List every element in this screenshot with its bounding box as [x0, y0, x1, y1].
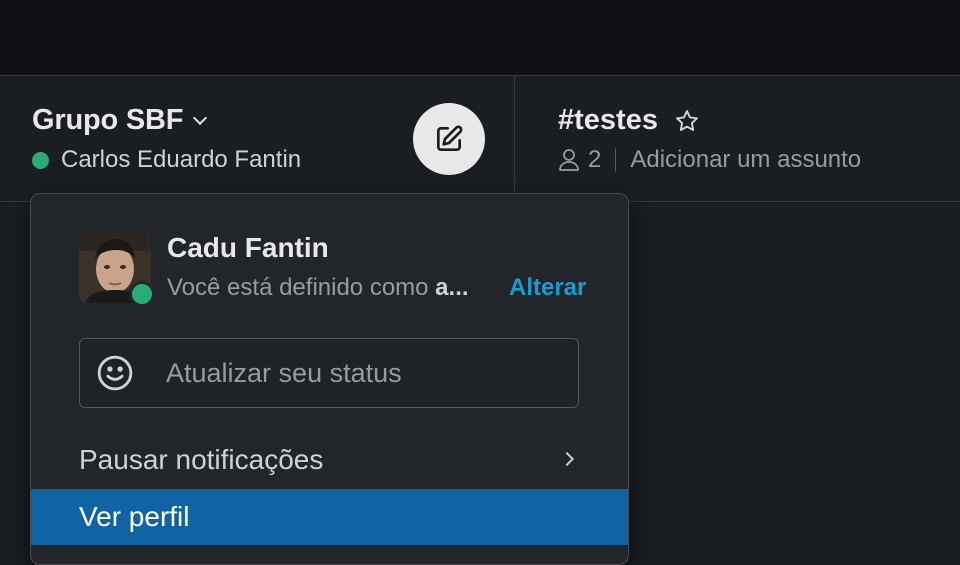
- chevron-right-icon: [559, 451, 575, 467]
- top-bar: [0, 0, 960, 76]
- profile-menu: Cadu Fantin Você está definido como a...…: [30, 193, 629, 565]
- presence-active-icon: [32, 151, 49, 169]
- status-placeholder: Atualizar seu status: [166, 357, 402, 388]
- profile-name: Cadu Fantin: [167, 232, 329, 263]
- member-count: 2: [588, 146, 602, 173]
- person-icon: [558, 148, 588, 172]
- compose-icon: [433, 123, 465, 155]
- workspace-name: Grupo SBF: [32, 104, 184, 136]
- smiley-icon: [96, 354, 134, 392]
- profile-status-text: Você está definido como a...: [167, 274, 469, 301]
- menu-item-pause-notifications[interactable]: Pausar notificações: [31, 432, 628, 488]
- workspace-switcher[interactable]: Grupo SBF: [32, 104, 208, 137]
- add-topic-link[interactable]: Adicionar um assunto: [630, 146, 861, 174]
- current-user-name: Carlos Eduardo Fantin: [61, 146, 302, 173]
- new-message-button[interactable]: [413, 103, 485, 175]
- menu-item-label: Ver perfil: [79, 501, 190, 532]
- update-status-field[interactable]: Atualizar seu status: [79, 338, 579, 408]
- menu-item-label: Pausar notificações: [79, 444, 324, 475]
- channel-header: [515, 76, 960, 202]
- divider: [615, 148, 617, 172]
- change-status-link[interactable]: Alterar: [509, 274, 586, 302]
- members-button[interactable]: 2: [558, 146, 601, 174]
- channel-meta: 2 Adicionar um assunto: [558, 146, 861, 174]
- chevron-down-icon: [193, 110, 208, 125]
- channel-name[interactable]: #testes: [558, 104, 658, 137]
- presence-active-icon: [129, 281, 155, 307]
- current-user: Carlos Eduardo Fantin: [32, 146, 301, 174]
- menu-item-view-profile[interactable]: Ver perfil: [31, 489, 628, 545]
- channel-title-row: #testes: [558, 104, 700, 137]
- star-icon[interactable]: [674, 108, 700, 134]
